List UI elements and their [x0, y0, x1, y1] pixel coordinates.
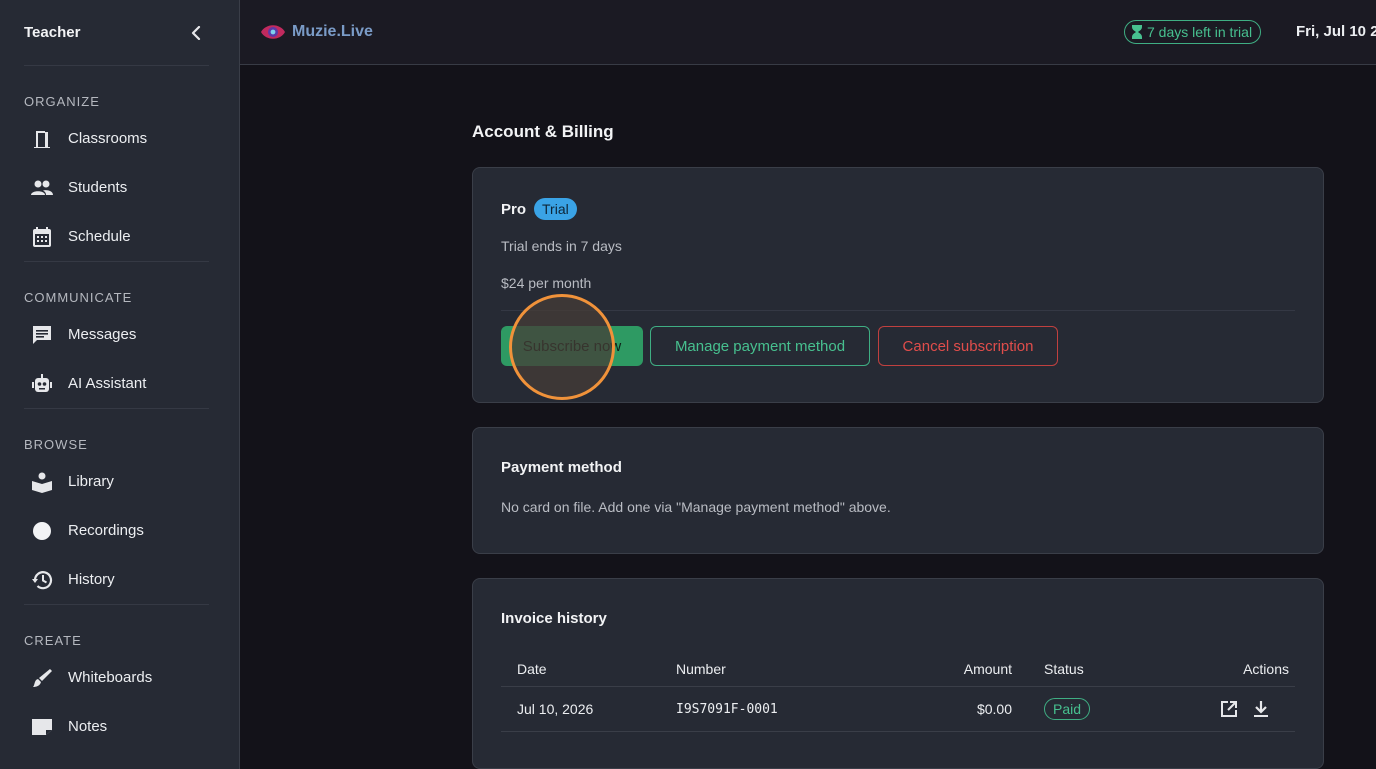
manage-payment-method-button[interactable]: Manage payment method — [650, 326, 870, 366]
brand-logo[interactable]: Muzie.Live — [260, 21, 373, 43]
sidebar-item-label: AI Assistant — [68, 375, 147, 392]
header-date: Date — [517, 660, 547, 677]
sidebar-item-history[interactable]: History — [0, 555, 239, 604]
payment-method-title: Payment method — [501, 459, 622, 476]
eye-logo-icon — [261, 25, 285, 39]
subscribe-now-button[interactable]: Subscribe now — [501, 326, 643, 366]
plan-divider — [501, 310, 1295, 311]
sidebar-item-label: History — [68, 571, 115, 588]
sidebar-item-label: Library — [68, 473, 114, 490]
robot-icon — [30, 372, 54, 396]
sidebar-item-schedule[interactable]: Schedule — [0, 212, 239, 261]
hourglass-icon — [1132, 25, 1142, 39]
sidebar-item-whiteboards[interactable]: Whiteboards — [0, 653, 239, 702]
brand-name: Muzie.Live — [292, 23, 373, 40]
sidebar-item-label: Classrooms — [68, 130, 148, 147]
sidebar-item-ai-assistant[interactable]: AI Assistant — [0, 359, 239, 408]
payment-method-text: No card on file. Add one via "Manage pay… — [501, 499, 891, 515]
history-icon — [30, 568, 54, 592]
calendar-icon — [30, 225, 54, 249]
section-communicate: COMMUNICATE — [24, 290, 133, 305]
header-actions: Actions — [1243, 660, 1289, 677]
trial-ends-text: Trial ends in 7 days — [501, 238, 622, 254]
sidebar-item-label: Schedule — [68, 228, 131, 245]
section-browse: BROWSE — [24, 437, 88, 452]
invoice-amount: $0.00 — [976, 701, 1012, 717]
table-row: Jul 10, 2026 I9S7091F-0001 $0.00 Paid — [501, 687, 1295, 732]
trial-pill-label: 7 days left in trial — [1147, 24, 1253, 40]
invoice-status-cell: Paid — [1012, 698, 1132, 720]
invoice-history-title: Invoice history — [501, 610, 607, 627]
current-date: Fri, Jul 10 2 — [1296, 23, 1376, 40]
sidebar-item-label: Notes — [68, 718, 108, 735]
invoice-actions — [1132, 699, 1295, 719]
sidebar-item-library[interactable]: Library — [0, 457, 239, 506]
sidebar-item-classrooms[interactable]: Classrooms — [0, 114, 239, 163]
sidebar-item-messages[interactable]: Messages — [0, 310, 239, 359]
section-organize: ORGANIZE — [24, 94, 100, 109]
sidebar-header: Teacher — [0, 0, 239, 65]
price-text: $24 per month — [501, 275, 592, 291]
sidebar-item-label: Whiteboards — [68, 669, 153, 686]
sidebar-item-students[interactable]: Students — [0, 163, 239, 212]
invoice-table: Date Number Amount Status Actions Jul 10… — [501, 651, 1295, 732]
sidebar-item-label: Recordings — [68, 522, 144, 539]
invoice-number: I9S7091F-0001 — [676, 701, 778, 717]
cancel-subscription-button[interactable]: Cancel subscription — [878, 326, 1058, 366]
record-icon — [30, 519, 54, 543]
sidebar: Teacher ORGANIZE Classrooms Students Sch… — [0, 0, 240, 769]
invoice-date: Jul 10, 2026 — [517, 701, 594, 717]
door-icon — [30, 127, 54, 151]
brush-icon — [30, 666, 54, 690]
sidebar-title: Teacher — [24, 24, 81, 41]
people-icon — [30, 176, 54, 200]
trial-badge: Trial — [534, 198, 577, 220]
sidebar-item-notes[interactable]: Notes — [0, 702, 239, 751]
reader-icon — [30, 470, 54, 494]
top-bar: Muzie.Live 7 days left in trial Fri, Jul… — [240, 0, 1376, 65]
sidebar-item-label: Messages — [68, 326, 137, 343]
download-icon[interactable] — [1251, 699, 1271, 719]
invoice-table-header: Date Number Amount Status Actions — [501, 651, 1295, 687]
trial-status-pill[interactable]: 7 days left in trial — [1124, 20, 1262, 44]
page-title: Account & Billing — [472, 122, 614, 141]
note-icon — [30, 715, 54, 739]
plan-name: Pro — [501, 200, 527, 218]
header-amount: Amount — [963, 660, 1012, 677]
open-external-icon[interactable] — [1219, 699, 1239, 719]
message-icon — [30, 323, 54, 347]
plan-card: Pro Trial Trial ends in 7 days $24 per m… — [472, 167, 1324, 403]
status-badge: Paid — [1044, 698, 1091, 720]
section-create: CREATE — [24, 633, 82, 648]
sidebar-item-recordings[interactable]: Recordings — [0, 506, 239, 555]
payment-method-card: Payment method No card on file. Add one … — [472, 427, 1324, 554]
sidebar-item-label: Students — [68, 179, 128, 196]
collapse-sidebar-icon[interactable] — [189, 25, 203, 40]
header-number: Number — [676, 660, 726, 677]
invoice-history-card: Invoice history Date Number Amount Statu… — [472, 578, 1324, 769]
header-status: Status — [1044, 660, 1084, 677]
plan-header: Pro Trial — [501, 198, 577, 220]
